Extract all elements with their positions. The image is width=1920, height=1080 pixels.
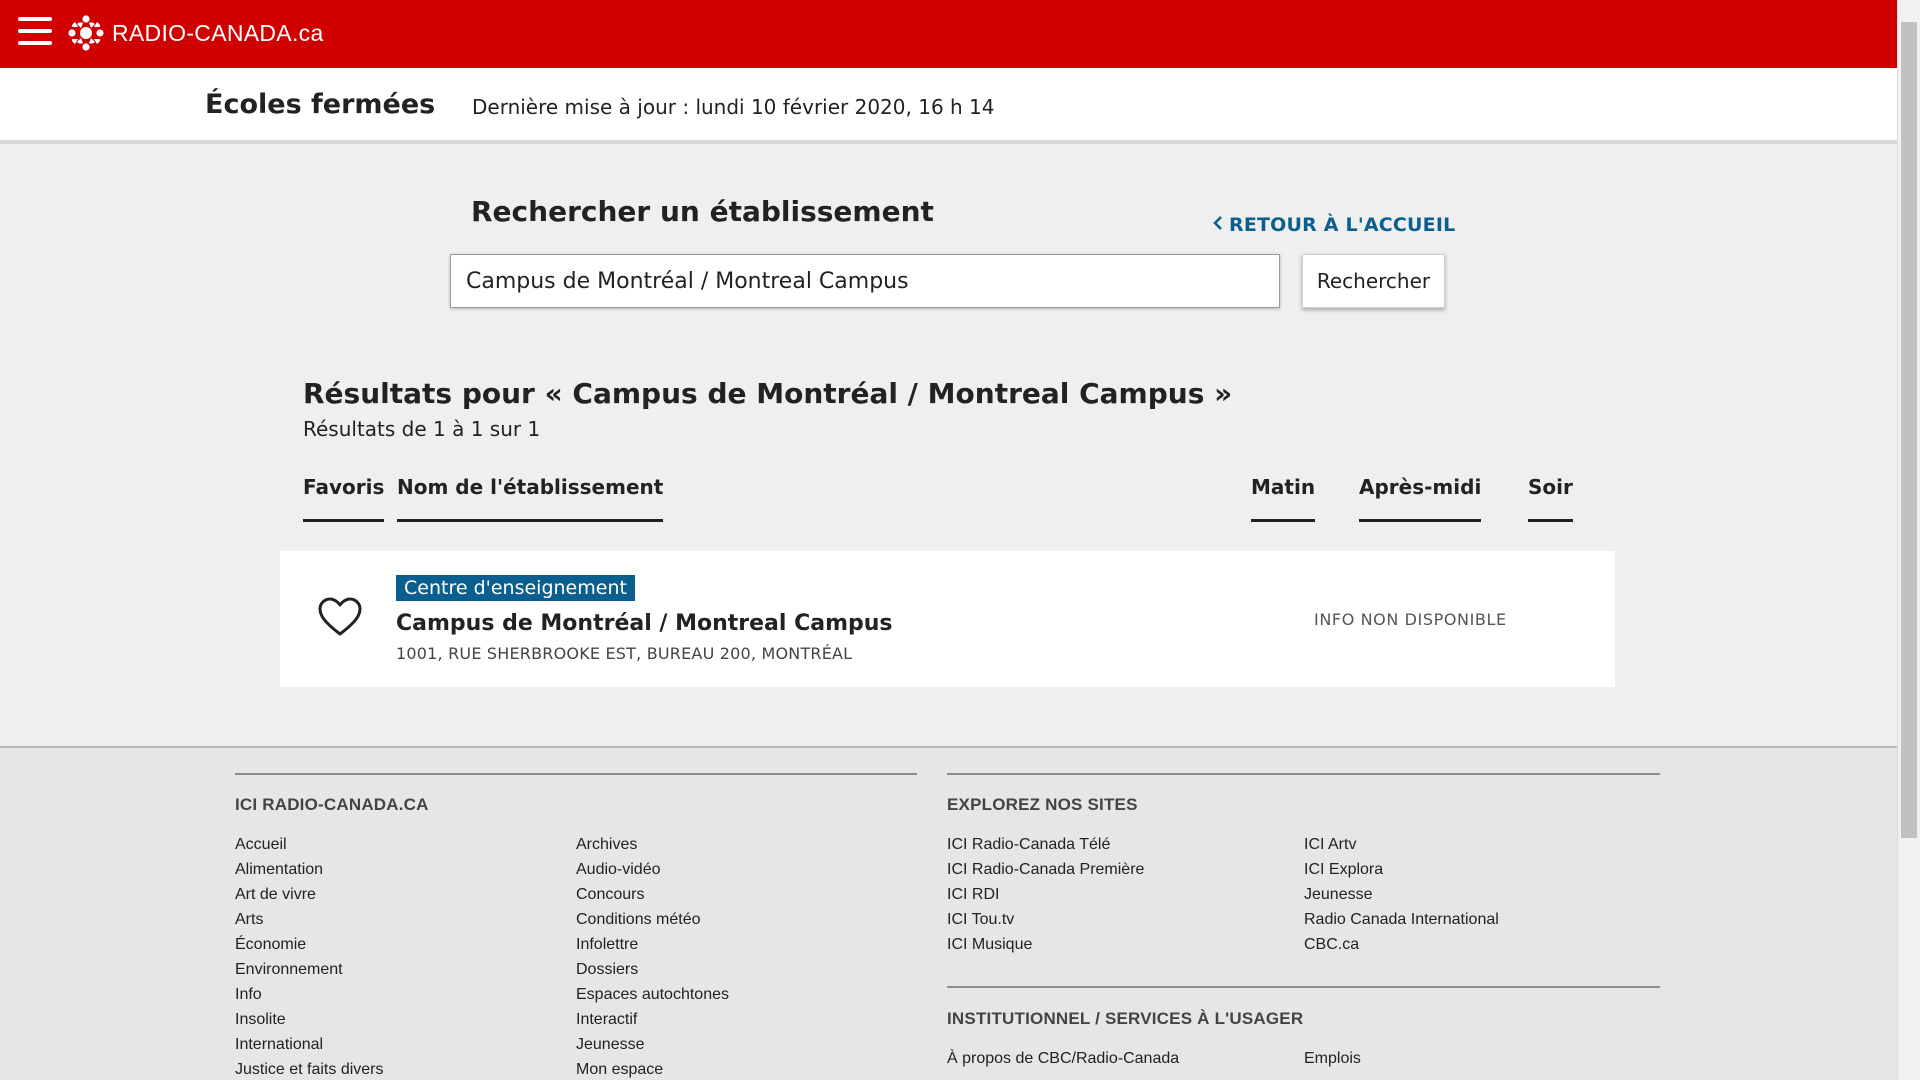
column-header-afternoon[interactable]: Après-midi (1359, 475, 1482, 522)
footer-link[interactable]: À propos de CBC/Radio-Canada (947, 1046, 1179, 1071)
footer-link[interactable]: International (235, 1032, 384, 1057)
footer-link[interactable]: Dossiers (576, 957, 729, 982)
footer-link[interactable]: Jeunesse (1304, 882, 1499, 907)
footer-link[interactable]: Archives (576, 832, 729, 857)
footer-links-institutional-1: À propos de CBC/Radio-Canada (947, 1046, 1179, 1071)
footer-link[interactable]: ICI Explora (1304, 857, 1499, 882)
category-badge: Centre d'enseignement (396, 575, 635, 601)
footer-link[interactable]: Art de vivre (235, 882, 384, 907)
footer-link[interactable]: Audio-vidéo (576, 857, 729, 882)
page-header: Écoles fermées Dernière mise à jour : lu… (0, 68, 1897, 144)
results-count: Résultats de 1 à 1 sur 1 (303, 417, 541, 441)
school-address: 1001, RUE SHERBROOKE EST, BUREAU 200, MO… (396, 644, 853, 663)
search-button[interactable]: Rechercher (1302, 254, 1445, 308)
footer-link[interactable]: ICI RDI (947, 882, 1144, 907)
footer-links-institutional-2: Emplois (1304, 1046, 1361, 1071)
footer-heading-institutional: INSTITUTIONNEL / SERVICES À L'USAGER (947, 1009, 1304, 1028)
footer-link[interactable]: ICI Artv (1304, 832, 1499, 857)
footer-divider (947, 773, 1660, 775)
footer-link[interactable]: Économie (235, 932, 384, 957)
footer-link[interactable]: Alimentation (235, 857, 384, 882)
footer-link[interactable]: Info (235, 982, 384, 1007)
vertical-scrollbar[interactable] (1897, 0, 1920, 1080)
footer-link[interactable]: Arts (235, 907, 384, 932)
footer-link[interactable]: Interactif (576, 1007, 729, 1032)
footer-link[interactable]: Environnement (235, 957, 384, 982)
column-header-morning[interactable]: Matin (1251, 475, 1316, 522)
footer-link[interactable]: Justice et faits divers (235, 1057, 384, 1080)
footer-link[interactable]: Concours (576, 882, 729, 907)
page-title: Écoles fermées (205, 89, 436, 120)
footer-link[interactable]: ICI Radio-Canada Télé (947, 832, 1144, 857)
radio-canada-logo[interactable]: RADIO-CANADA.ca (68, 15, 324, 51)
footer-link[interactable]: ICI Radio-Canada Première (947, 857, 1144, 882)
back-link-label: RETOUR À L'ACCUEIL (1229, 214, 1456, 236)
school-name[interactable]: Campus de Montréal / Montreal Campus (396, 611, 893, 636)
result-row: Centre d'enseignement Campus de Montréal… (280, 551, 1615, 687)
menu-icon[interactable] (18, 17, 52, 47)
footer-link[interactable]: Mon espace (576, 1057, 729, 1080)
results-title: Résultats pour « Campus de Montréal / Mo… (303, 377, 1233, 410)
footer-links-explore-2: ICI Artv ICI Explora Jeunesse Radio Cana… (1304, 832, 1499, 957)
footer-divider (235, 773, 917, 775)
footer-heading-radio-canada: ICI RADIO-CANADA.CA (235, 795, 429, 814)
search-title: Rechercher un établissement (471, 195, 934, 228)
footer-link[interactable]: ICI Musique (947, 932, 1144, 957)
column-header-favorites[interactable]: Favoris (303, 475, 385, 522)
footer-link[interactable]: Emplois (1304, 1046, 1361, 1071)
site-footer: ICI RADIO-CANADA.CA Accueil Alimentation… (0, 746, 1897, 1080)
footer-links-explore-1: ICI Radio-Canada Télé ICI Radio-Canada P… (947, 832, 1144, 957)
footer-link[interactable]: Jeunesse (576, 1032, 729, 1057)
footer-link[interactable]: Insolite (235, 1007, 384, 1032)
footer-link[interactable]: Infolettre (576, 932, 729, 957)
footer-link[interactable]: Conditions météo (576, 907, 729, 932)
footer-heading-explore: EXPLOREZ NOS SITES (947, 795, 1138, 814)
footer-link[interactable]: Accueil (235, 832, 384, 857)
top-navigation-bar: RADIO-CANADA.ca (0, 0, 1897, 68)
back-to-home-link[interactable]: RETOUR À L'ACCUEIL (1213, 214, 1455, 236)
last-update-text: Dernière mise à jour : lundi 10 février … (472, 95, 995, 119)
footer-divider (947, 986, 1660, 988)
logo-text: RADIO-CANADA.ca (112, 19, 324, 46)
chevron-left-icon (1213, 216, 1222, 230)
status-info: INFO NON DISPONIBLE (1314, 610, 1507, 629)
column-header-name[interactable]: Nom de l'établissement (397, 475, 664, 522)
footer-link[interactable]: ICI Tou.tv (947, 907, 1144, 932)
footer-link[interactable]: Espaces autochtones (576, 982, 729, 1007)
footer-links-radio-canada-2: Archives Audio-vidéo Concours Conditions… (576, 832, 729, 1080)
scrollbar-thumb[interactable] (1901, 22, 1917, 838)
search-input[interactable] (450, 254, 1280, 308)
column-header-evening[interactable]: Soir (1528, 475, 1573, 522)
footer-link[interactable]: CBC.ca (1304, 932, 1499, 957)
footer-link[interactable]: Radio Canada International (1304, 907, 1499, 932)
footer-links-radio-canada-1: Accueil Alimentation Art de vivre Arts É… (235, 832, 384, 1080)
radio-canada-gem-icon (68, 15, 104, 51)
heart-icon[interactable] (318, 597, 362, 637)
